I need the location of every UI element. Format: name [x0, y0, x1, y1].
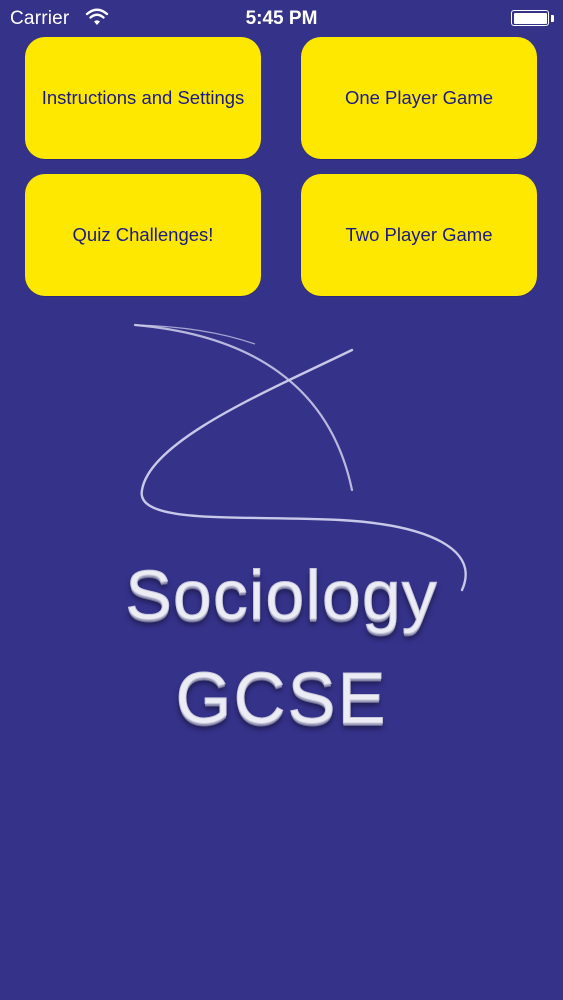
- quiz-challenges-button[interactable]: Quiz Challenges!: [25, 174, 261, 296]
- one-player-game-label: One Player Game: [344, 87, 494, 108]
- app-screen: Carrier 5:45 PM Instructions and Setting…: [0, 0, 563, 1000]
- status-time: 5:45 PM: [245, 8, 318, 29]
- instructions-settings-label: Instructions and Settings: [41, 87, 245, 108]
- battery-level: [513, 12, 547, 24]
- instructions-settings-button[interactable]: Instructions and Settings: [25, 37, 261, 159]
- logo-title-line2: GCSE: [175, 659, 388, 740]
- two-player-game-button[interactable]: Two Player Game: [301, 174, 537, 296]
- quiz-challenges-label: Quiz Challenges!: [72, 224, 214, 245]
- two-player-game-label: Two Player Game: [345, 224, 493, 245]
- status-bar: Carrier 5:45 PM: [0, 0, 563, 36]
- logo-title-line1: Sociology: [125, 556, 438, 635]
- one-player-game-button[interactable]: One Player Game: [301, 37, 537, 159]
- battery-icon: [511, 10, 549, 26]
- battery-tip: [551, 15, 554, 22]
